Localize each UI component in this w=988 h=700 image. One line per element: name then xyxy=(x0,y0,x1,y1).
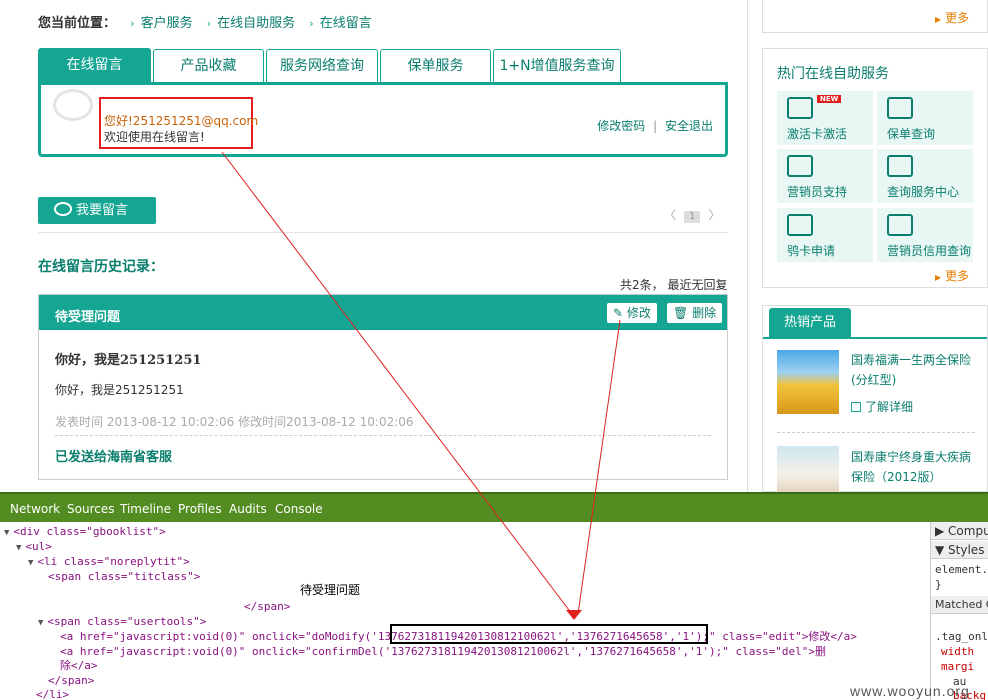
page: 您当前位置： › 客户服务 › 在线自助服务 › 在线留言 在线留言 产品收藏 服务网络查… xyxy=(0,0,988,700)
watermark: www.wooyun.org xyxy=(850,683,970,699)
arrow-line-user xyxy=(221,151,573,615)
arrow-line-edit xyxy=(577,319,621,615)
annotation-arrows xyxy=(221,151,621,620)
arrow-head-icon xyxy=(566,610,582,620)
